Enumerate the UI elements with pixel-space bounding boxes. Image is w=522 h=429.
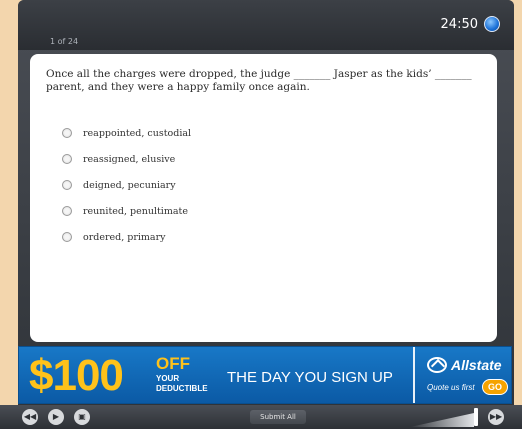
radio-button[interactable] [62,206,72,216]
answer-option[interactable]: reassigned, elusive [62,146,191,172]
volume-slider-handle[interactable] [474,408,478,426]
radio-button[interactable] [62,128,72,138]
radio-button[interactable] [62,232,72,242]
ad-amount: $100 [29,351,124,400]
ad-your: YOUR [156,374,180,383]
fast-forward-icon[interactable]: ▶▶ [488,409,504,425]
ad-off: OFF [156,354,190,373]
answer-option[interactable]: deigned, pecuniary [62,172,191,198]
option-label: reassigned, elusive [83,153,176,165]
option-label: reunited, penultimate [83,205,188,217]
top-bar: 24:50 1 of 24 [18,0,514,50]
volume-ramp [410,413,474,427]
option-label: reappointed, custodial [83,127,192,139]
answer-option[interactable]: reunited, penultimate [62,198,191,224]
question-card: Once all the charges were dropped, the j… [30,54,497,342]
document-icon[interactable]: ▣ [74,409,90,425]
answer-option[interactable]: reappointed, custodial [62,120,191,146]
question-text: Once all the charges were dropped, the j… [46,68,472,93]
bottom-bar: ◀◀ ▶ ▣ Submit All ▶▶ [0,405,522,429]
ad-banner[interactable]: $100 OFF YOUR DEDUCTIBLE THE DAY YOU SIG… [18,346,512,404]
ad-brand: Allstate [427,357,502,373]
play-icon[interactable]: ▶ [48,409,64,425]
rewind-icon[interactable]: ◀◀ [22,409,38,425]
option-label: ordered, primary [83,231,166,243]
question-counter: 1 of 24 [50,37,79,46]
ad-quote: Quote us first [427,383,475,392]
option-label: deigned, pecuniary [83,179,176,191]
radio-button[interactable] [62,180,72,190]
ad-headline: THE DAY YOU SIGN UP [227,369,393,386]
timer-indicator-icon[interactable] [484,16,500,32]
ad-brand-name: Allstate [451,357,502,373]
answer-option[interactable]: ordered, primary [62,224,191,250]
submit-all-button[interactable]: Submit All [250,410,306,424]
ad-go-button[interactable]: GO [482,379,508,395]
ad-divider [413,347,415,403]
ad-deductible: DEDUCTIBLE [156,384,208,393]
allstate-hands-icon [427,357,447,373]
timer: 24:50 [440,17,478,32]
radio-button[interactable] [62,154,72,164]
answer-options: reappointed, custodial reassigned, elusi… [62,120,191,250]
